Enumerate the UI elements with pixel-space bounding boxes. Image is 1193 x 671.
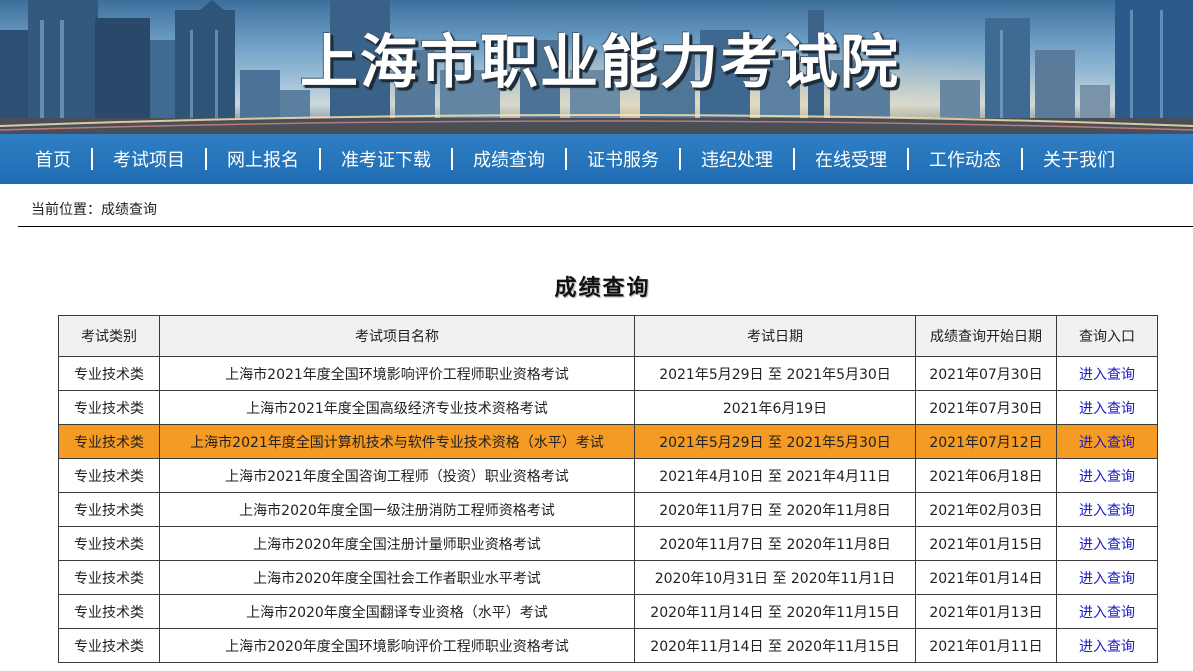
cell-category: 专业技术类: [58, 424, 160, 459]
cell-query-start-date: 2021年07月30日: [915, 390, 1057, 425]
nav-violation-handling[interactable]: 违纪处理: [701, 146, 773, 172]
table-row: 专业技术类 上海市2020年度全国注册计量师职业资格考试 2020年11月7日 …: [58, 526, 1158, 561]
cell-exam-date: 2020年11月7日 至 2020年11月8日: [634, 492, 916, 527]
cell-exam-date: 2021年4月10日 至 2021年4月11日: [634, 458, 916, 493]
cell-exam-name: 上海市2021年度全国高级经济专业技术资格考试: [159, 390, 635, 425]
nav-divider: [205, 148, 207, 170]
query-link[interactable]: 进入查询: [1079, 401, 1135, 417]
col-header-exam-date: 考试日期: [634, 315, 916, 357]
cell-query-entry: 进入查询: [1056, 594, 1158, 629]
cell-exam-name: 上海市2021年度全国计算机技术与软件专业技术资格（水平）考试: [159, 424, 635, 459]
cell-category: 专业技术类: [58, 492, 160, 527]
breadcrumb: 当前位置：成绩查询: [18, 196, 1193, 227]
table-row: 专业技术类 上海市2021年度全国高级经济专业技术资格考试 2021年6月19日…: [58, 390, 1158, 425]
cell-category: 专业技术类: [58, 628, 160, 663]
nav-online-acceptance[interactable]: 在线受理: [815, 146, 887, 172]
cell-category: 专业技术类: [58, 390, 160, 425]
query-link[interactable]: 进入查询: [1079, 367, 1135, 383]
cell-category: 专业技术类: [58, 458, 160, 493]
col-header-category: 考试类别: [58, 315, 160, 357]
table-row: 专业技术类 上海市2020年度全国社会工作者职业水平考试 2020年10月31日…: [58, 560, 1158, 595]
query-link[interactable]: 进入查询: [1079, 503, 1135, 519]
col-header-exam-name: 考试项目名称: [159, 315, 635, 357]
cell-query-start-date: 2021年01月15日: [915, 526, 1057, 561]
cell-query-start-date: 2021年01月13日: [915, 594, 1057, 629]
query-link[interactable]: 进入查询: [1079, 469, 1135, 485]
page-title: 成绩查询: [554, 276, 651, 301]
cell-query-start-date: 2021年07月30日: [915, 356, 1057, 391]
nav-score-query[interactable]: 成绩查询: [473, 146, 545, 172]
cell-exam-date: 2021年6月19日: [634, 390, 916, 425]
table-row: 专业技术类 上海市2021年度全国咨询工程师（投资）职业资格考试 2021年4月…: [58, 458, 1158, 493]
cell-exam-name: 上海市2020年度全国注册计量师职业资格考试: [159, 526, 635, 561]
cell-query-start-date: 2021年02月03日: [915, 492, 1057, 527]
nav-divider: [907, 148, 909, 170]
cell-query-start-date: 2021年07月12日: [915, 424, 1057, 459]
cell-query-entry: 进入查询: [1056, 458, 1158, 493]
cell-query-entry: 进入查询: [1056, 492, 1158, 527]
table-row: 专业技术类 上海市2021年度全国环境影响评价工程师职业资格考试 2021年5月…: [58, 356, 1158, 391]
cell-query-start-date: 2021年06月18日: [915, 458, 1057, 493]
cell-query-start-date: 2021年01月14日: [915, 560, 1057, 595]
cell-query-entry: 进入查询: [1056, 628, 1158, 663]
nav-about-us[interactable]: 关于我们: [1043, 146, 1115, 172]
nav-divider: [451, 148, 453, 170]
cell-query-entry: 进入查询: [1056, 526, 1158, 561]
cell-query-entry: 进入查询: [1056, 560, 1158, 595]
breadcrumb-text: 当前位置：成绩查询: [31, 202, 157, 218]
col-header-query-start-date: 成绩查询开始日期: [915, 315, 1057, 357]
nav-certificate-service[interactable]: 证书服务: [587, 146, 659, 172]
cell-exam-name: 上海市2021年度全国咨询工程师（投资）职业资格考试: [159, 458, 635, 493]
nav-divider: [319, 148, 321, 170]
cell-exam-date: 2021年5月29日 至 2021年5月30日: [634, 356, 916, 391]
cell-query-entry: 进入查询: [1056, 390, 1158, 425]
cell-query-entry: 进入查询: [1056, 356, 1158, 391]
query-link[interactable]: 进入查询: [1079, 435, 1135, 451]
cell-category: 专业技术类: [58, 560, 160, 595]
query-link[interactable]: 进入查询: [1079, 571, 1135, 587]
cell-exam-date: 2020年11月14日 至 2020年11月15日: [634, 594, 916, 629]
cell-exam-date: 2020年11月14日 至 2020年11月15日: [634, 628, 916, 663]
cell-category: 专业技术类: [58, 594, 160, 629]
nav-divider: [565, 148, 567, 170]
nav-admission-download[interactable]: 准考证下载: [341, 146, 431, 172]
cell-exam-name: 上海市2020年度全国社会工作者职业水平考试: [159, 560, 635, 595]
nav-home[interactable]: 首页: [35, 146, 71, 172]
cell-exam-name: 上海市2020年度全国一级注册消防工程师资格考试: [159, 492, 635, 527]
table-row: 专业技术类 上海市2020年度全国翻译专业资格（水平）考试 2020年11月14…: [58, 594, 1158, 629]
col-header-query-entry: 查询入口: [1056, 315, 1158, 357]
score-query-table: 考试类别 考试项目名称 考试日期 成绩查询开始日期 查询入口 专业技术类 上海市…: [58, 315, 1158, 663]
cell-exam-name: 上海市2020年度全国环境影响评价工程师职业资格考试: [159, 628, 635, 663]
cell-category: 专业技术类: [58, 356, 160, 391]
cell-query-start-date: 2021年01月11日: [915, 628, 1057, 663]
cell-exam-date: 2021年5月29日 至 2021年5月30日: [634, 424, 916, 459]
nav-divider: [793, 148, 795, 170]
nav-divider: [91, 148, 93, 170]
query-link[interactable]: 进入查询: [1079, 537, 1135, 553]
nav-divider: [1021, 148, 1023, 170]
table-row-highlighted: 专业技术类 上海市2021年度全国计算机技术与软件专业技术资格（水平）考试 20…: [58, 424, 1158, 459]
cell-exam-date: 2020年10月31日 至 2020年11月1日: [634, 560, 916, 595]
table-row: 专业技术类 上海市2020年度全国环境影响评价工程师职业资格考试 2020年11…: [58, 628, 1158, 663]
nav-exam-projects[interactable]: 考试项目: [113, 146, 185, 172]
nav-divider: [679, 148, 681, 170]
table-row: 专业技术类 上海市2020年度全国一级注册消防工程师资格考试 2020年11月7…: [58, 492, 1158, 527]
cell-exam-date: 2020年11月7日 至 2020年11月8日: [634, 526, 916, 561]
query-link[interactable]: 进入查询: [1079, 605, 1135, 621]
site-title: 上海市职业能力考试院: [300, 28, 901, 96]
header-banner: 上海市职业能力考试院: [0, 0, 1193, 134]
nav-online-registration[interactable]: 网上报名: [227, 146, 299, 172]
table-header-row: 考试类别 考试项目名称 考试日期 成绩查询开始日期 查询入口: [58, 315, 1158, 357]
cell-exam-name: 上海市2021年度全国环境影响评价工程师职业资格考试: [159, 356, 635, 391]
nav-work-news[interactable]: 工作动态: [929, 146, 1001, 172]
query-link[interactable]: 进入查询: [1079, 639, 1135, 655]
cell-exam-name: 上海市2020年度全国翻译专业资格（水平）考试: [159, 594, 635, 629]
main-nav: 首页 考试项目 网上报名 准考证下载 成绩查询 证书服务 违纪处理 在线受理 工…: [0, 134, 1193, 184]
cell-query-entry: 进入查询: [1056, 424, 1158, 459]
cell-category: 专业技术类: [58, 526, 160, 561]
